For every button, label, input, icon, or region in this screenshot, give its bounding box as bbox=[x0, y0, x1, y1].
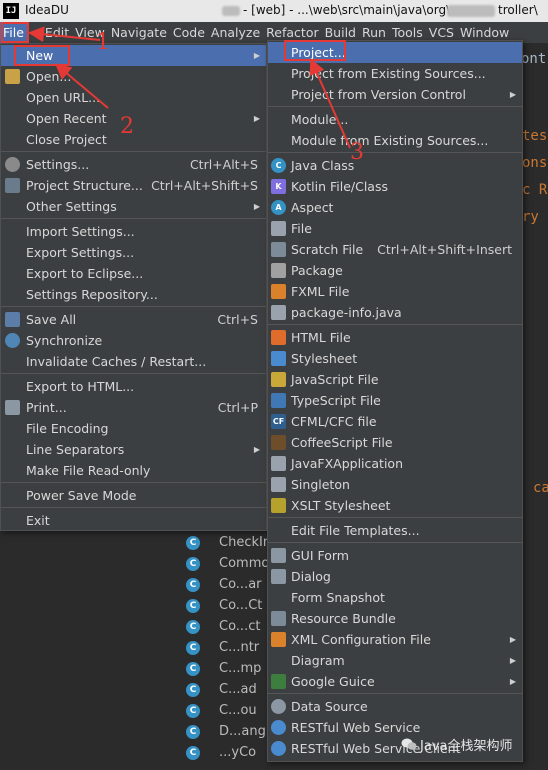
annotation-number-2: 2 bbox=[120, 114, 134, 139]
annotation-number-1: 1 bbox=[96, 30, 110, 55]
annotation-arrows bbox=[28, 26, 351, 149]
arrow-1 bbox=[28, 26, 101, 43]
annotation-number-3: 3 bbox=[350, 140, 364, 165]
arrow-3 bbox=[309, 58, 351, 149]
arrow-2 bbox=[54, 63, 109, 109]
wechat-icon bbox=[401, 738, 417, 750]
watermark: Java全栈架构师 bbox=[420, 739, 513, 754]
